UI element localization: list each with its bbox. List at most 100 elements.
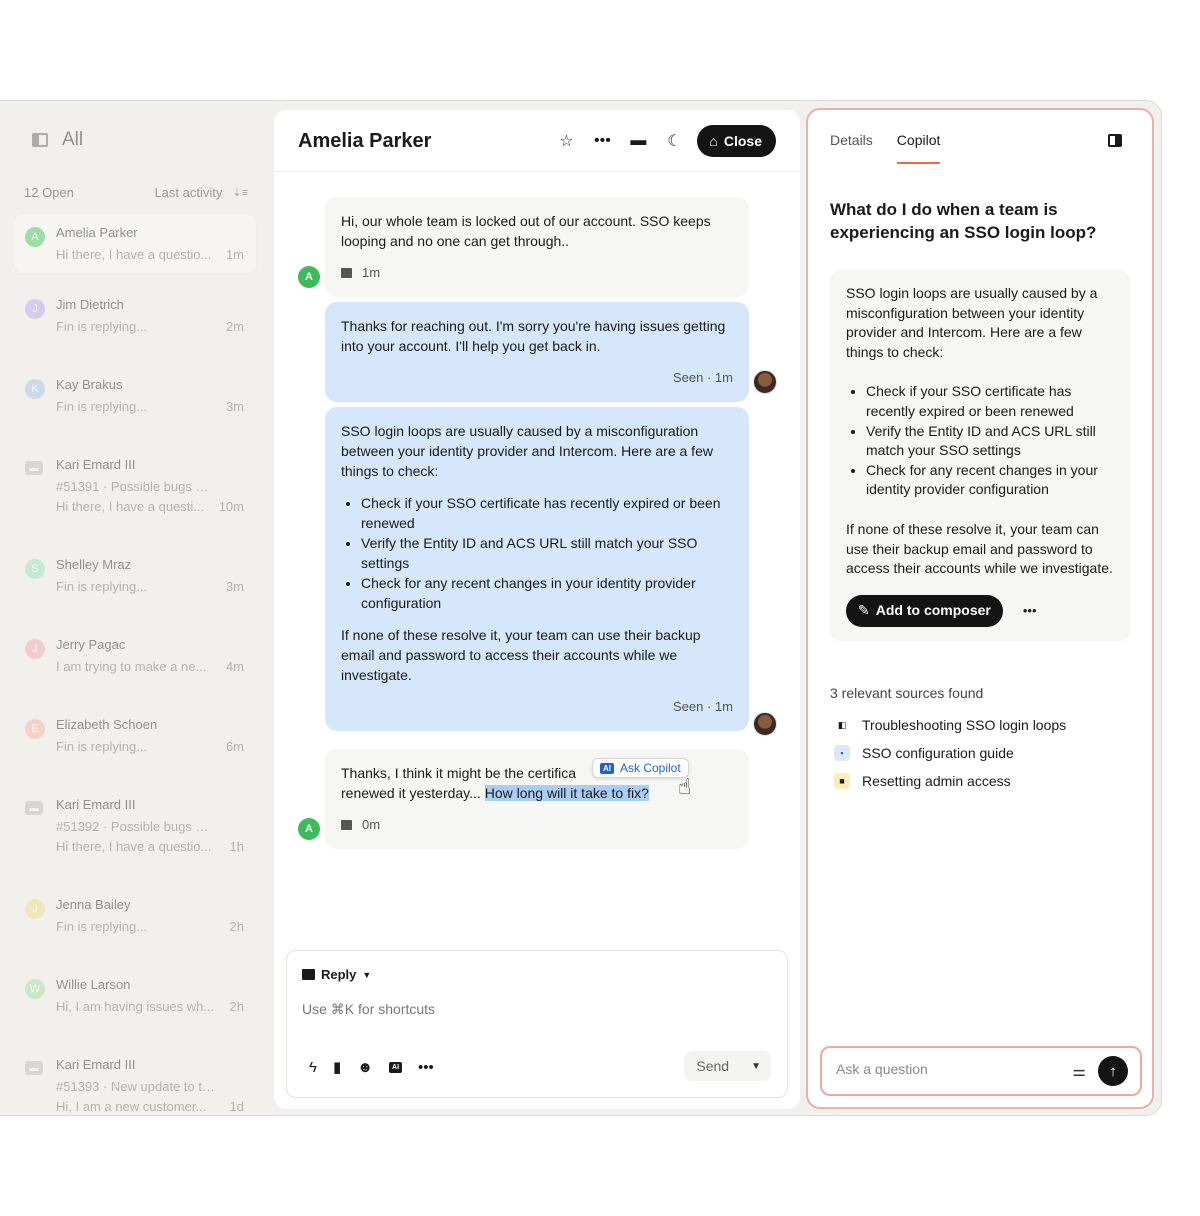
message-outro: If none of these resolve it, your team c…	[341, 627, 701, 683]
message-meta: Seen · 1m	[341, 368, 733, 388]
source-link[interactable]: ■ Resetting admin access	[834, 773, 1011, 789]
lightning-icon[interactable]: ϟ	[309, 1059, 317, 1076]
preview-row: Fin is replying... 3m	[56, 577, 244, 597]
ticket-icon[interactable]: ▬	[625, 126, 651, 156]
tab-details[interactable]: Details	[830, 132, 873, 164]
list-item[interactable]: A Amelia Parker Hi there, I have a questio…	[14, 215, 256, 273]
more-icon[interactable]: •••	[1023, 601, 1037, 621]
message-preview: Fin is replying...	[56, 739, 148, 754]
preview-row: Fin is replying... 2h	[56, 917, 244, 937]
preview-row: Hi there, I have a questio... 1m	[56, 245, 244, 265]
last-activity-time: 2h	[229, 999, 244, 1014]
avatar: J	[25, 639, 45, 659]
list-item[interactable]: J Jerry Pagac I am trying to make a ne... 4…	[14, 627, 256, 685]
list-item[interactable]: ▬ Kari Emard III #51392 · Possible bugs wi…	[14, 787, 256, 865]
close-button-label: Close	[723, 133, 762, 149]
sources-title: 3 relevant sources found	[830, 685, 984, 701]
close-conversation-button[interactable]: ⌂ Close	[697, 125, 776, 157]
conversation-list-sidebar: All 12 Open Last activity ⇣≡ A Amelia Par…	[0, 101, 272, 1115]
settings-sliders-icon[interactable]: ⚌	[1073, 1062, 1086, 1080]
list-item[interactable]: W Willie Larson Hi, I am having issues wh.…	[14, 967, 256, 1025]
emoji-icon[interactable]: ☻	[357, 1059, 373, 1076]
message-preview: Fin is replying...	[56, 319, 148, 334]
ai-icon[interactable]: AI	[389, 1061, 403, 1073]
source-label: SSO configuration guide	[862, 745, 1014, 761]
contact-name: Kari Emard III	[56, 797, 136, 812]
list-item: Check if your SSO certificate has recent…	[866, 382, 1114, 421]
ticket-icon: ▬	[25, 1061, 43, 1075]
inbox-title: All	[62, 129, 84, 150]
list-item: Verify the Entity ID and ACS URL still m…	[361, 533, 733, 573]
message-text: Hi, our whole team is locked out of our …	[341, 213, 711, 249]
ticket-subject: #51391 · Possible bugs with...	[56, 479, 216, 494]
copilot-panel: Details Copilot What do I do when a team…	[806, 108, 1154, 1109]
reply-mode-dropdown[interactable]: Reply ▼	[302, 967, 371, 982]
contact-name: Jim Dietrich	[56, 297, 124, 312]
preview-row: Hi, I am a new customer... 1d	[56, 1097, 244, 1115]
list-item[interactable]: J Jim Dietrich Fin is replying... 2m	[14, 287, 256, 345]
sort-control[interactable]: Last activity ⇣≡	[154, 185, 248, 200]
agent-message: Thanks for reaching out. I'm sorry you'r…	[325, 302, 749, 402]
add-to-composer-button[interactable]: ✎ Add to composer	[846, 594, 1003, 627]
message-preview: Hi, I am having issues wh...	[56, 999, 215, 1014]
answer-outro: If none of these resolve it, your team c…	[846, 520, 1113, 577]
composer-placeholder[interactable]: Use ⌘K for shortcuts	[302, 1001, 435, 1018]
submit-arrow-up-icon[interactable]: ↑	[1098, 1056, 1128, 1086]
chat-icon	[341, 820, 352, 830]
message-time: 0m	[362, 817, 381, 832]
more-icon[interactable]: •••	[589, 126, 615, 156]
contact-name: Shelley Mraz	[56, 557, 132, 572]
list-item[interactable]: K Kay Brakus Fin is replying... 3m	[14, 367, 256, 425]
list-item[interactable]: ▬ Kari Emard III #51391 · Possible bugs wi…	[14, 447, 256, 525]
list-item: Check for any recent changes in your ide…	[866, 461, 1114, 500]
ask-copilot-button[interactable]: AI Ask Copilot	[592, 758, 689, 778]
bookmark-icon[interactable]: ▮	[333, 1058, 341, 1076]
avatar: J	[25, 899, 45, 919]
source-link[interactable]: ◧ Troubleshooting SSO login loops	[834, 717, 1066, 733]
copilot-question: What do I do when a team is experiencing…	[830, 200, 1097, 242]
contact-name: Kari Emard III	[56, 457, 136, 472]
avatar: A	[25, 227, 45, 247]
list-item[interactable]: ▬ Kari Emard III #51393 · New update to th…	[14, 1047, 256, 1115]
message-intro: SSO login loops are usually caused by a …	[341, 423, 713, 479]
ticket-subject: #51393 · New update to the...	[56, 1079, 216, 1094]
preview-row: Fin is replying... 6m	[56, 737, 244, 757]
source-label: Troubleshooting SSO login loops	[862, 717, 1067, 733]
last-activity-time: 4m	[225, 659, 244, 674]
avatar: S	[25, 559, 45, 579]
snooze-icon[interactable]: ☾	[661, 126, 687, 156]
panel-toggle-icon[interactable]	[1108, 134, 1122, 147]
reply-mode-label: Reply	[321, 967, 357, 982]
ask-copilot-label: Ask Copilot	[620, 761, 681, 775]
sidebar-header: All	[32, 129, 83, 151]
last-activity-time: 1h	[229, 839, 244, 854]
selected-text[interactable]: How long will it take to fix?	[484, 785, 649, 801]
message-status: Seen · 1m	[673, 370, 733, 385]
reply-composer[interactable]: Reply ▼ Use ⌘K for shortcuts ϟ ▮ ☻ AI ••…	[286, 950, 788, 1098]
header-actions: ☆ ••• ▬ ☾ ⌂ Close	[553, 125, 776, 157]
send-options-chevron-icon[interactable]: ▼	[741, 1061, 771, 1072]
contact-name: Jenna Bailey	[56, 897, 131, 912]
sidebar-toggle-icon[interactable]	[32, 133, 48, 147]
send-button[interactable]: Send	[684, 1058, 741, 1074]
list-item[interactable]: S Shelley Mraz Fin is replying... 3m	[14, 547, 256, 605]
agent-avatar	[753, 370, 777, 394]
message-preview: Hi, I am a new customer...	[56, 1099, 207, 1114]
preview-row: Hi there, I have a questi... 10m	[56, 497, 244, 517]
contact-name: Jerry Pagac	[56, 637, 126, 652]
message-text: Thanks for reaching out. I'm sorry you'r…	[341, 318, 726, 354]
ask-question-input[interactable]	[836, 1061, 1056, 1077]
sort-label: Last activity	[154, 185, 223, 200]
list-item[interactable]: E Elizabeth Schoen Fin is replying... 6m	[14, 707, 256, 765]
list-item: Check if your SSO certificate has recent…	[361, 493, 733, 533]
answer-actions: ✎ Add to composer •••	[846, 594, 1114, 627]
avatar: K	[25, 379, 45, 399]
tab-copilot[interactable]: Copilot	[896, 132, 941, 164]
avatar: J	[25, 299, 45, 319]
more-icon[interactable]: •••	[418, 1059, 434, 1076]
message-preview: I am trying to make a ne...	[56, 659, 207, 674]
reply-icon	[302, 969, 315, 980]
star-icon[interactable]: ☆	[553, 126, 579, 156]
source-link[interactable]: ▪ SSO configuration guide	[834, 745, 1014, 761]
list-item[interactable]: J Jenna Bailey Fin is replying... 2h	[14, 887, 256, 945]
